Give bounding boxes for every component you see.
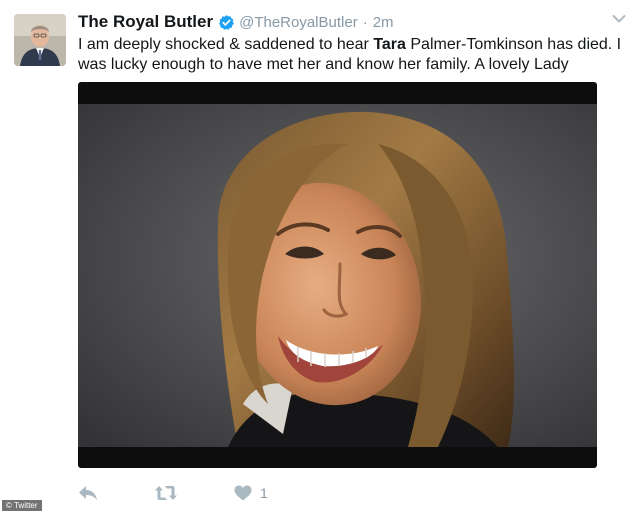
- reply-button[interactable]: [78, 485, 98, 501]
- retweet-button[interactable]: [154, 485, 178, 501]
- verified-badge-icon: [219, 14, 235, 30]
- media-container[interactable]: [78, 82, 597, 468]
- tweet-card: The Royal Butler @TheRoyalButler · 2m I …: [0, 0, 640, 513]
- chevron-down-icon[interactable]: [612, 14, 626, 24]
- image-credit: © Twitter: [2, 500, 42, 511]
- separator-dot: ·: [362, 13, 368, 31]
- user-handle[interactable]: @TheRoyalButler: [239, 14, 358, 31]
- tweet-photo[interactable]: [78, 104, 597, 447]
- tweet-text-bold: Tara: [373, 36, 406, 53]
- display-name[interactable]: The Royal Butler: [78, 12, 213, 32]
- avatar[interactable]: [14, 14, 66, 66]
- heart-icon: [234, 485, 252, 501]
- like-button[interactable]: 1: [234, 485, 268, 501]
- tweet-text-start: I am deeply shocked & saddened to hear: [78, 36, 374, 53]
- like-count: 1: [260, 485, 268, 501]
- retweet-icon: [155, 486, 177, 500]
- reply-icon: [79, 486, 97, 500]
- tweet-header: The Royal Butler @TheRoyalButler · 2m: [78, 11, 394, 33]
- timestamp[interactable]: 2m: [373, 14, 394, 31]
- tweet-actions: 1: [78, 481, 324, 505]
- tweet-text: I am deeply shocked & saddened to hear T…: [78, 35, 626, 75]
